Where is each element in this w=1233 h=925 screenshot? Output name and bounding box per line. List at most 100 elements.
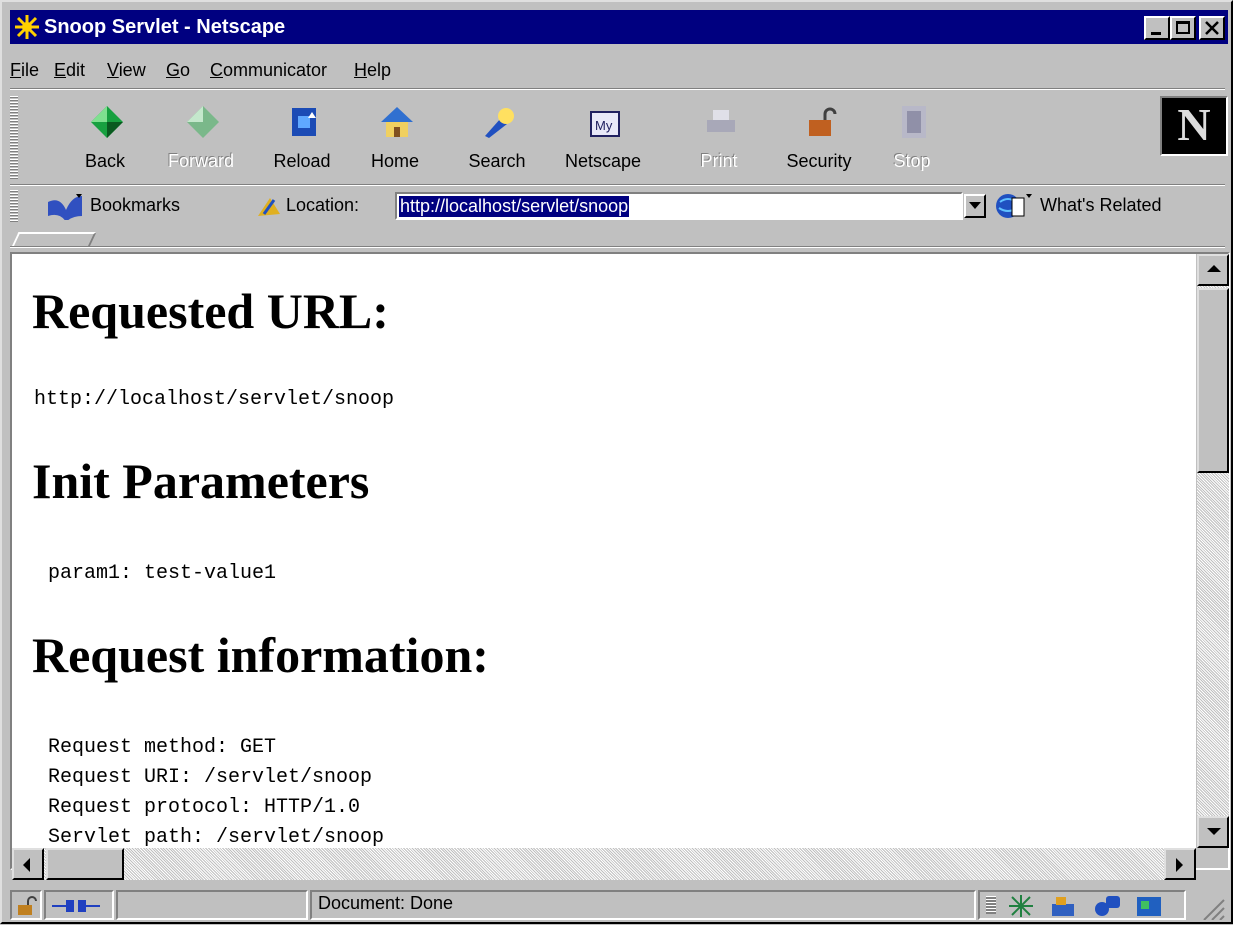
arrow-down-icon: [1207, 828, 1221, 835]
vertical-scroll-thumb[interactable]: [1197, 288, 1229, 473]
maximize-icon: [1176, 21, 1190, 34]
menu-go-accel: G: [166, 60, 181, 80]
plug-connection-icon: [52, 900, 100, 912]
maximize-button[interactable]: [1170, 16, 1196, 40]
minimize-icon: [1151, 32, 1161, 35]
menu-go[interactable]: Go: [166, 60, 190, 81]
minimize-button[interactable]: [1144, 16, 1170, 40]
bookmarks-button[interactable]: Bookmarks: [90, 195, 180, 216]
whats-related-icon: [996, 194, 1032, 218]
menu-file-label: ile: [21, 60, 40, 80]
toolbar-grip[interactable]: [10, 96, 18, 180]
menu-edit[interactable]: Edit: [54, 60, 85, 81]
whats-related-button[interactable]: What's Related: [1040, 195, 1162, 216]
page-content: Requested URL: http://localhost/servlet/…: [12, 254, 1196, 848]
svg-text:My: My: [595, 118, 613, 133]
status-text: Document: Done: [318, 893, 454, 913]
url-field[interactable]: http://localhost/servlet/snoop: [395, 192, 963, 220]
netscape-button[interactable]: My Netscape: [558, 100, 648, 184]
menu-communicator-accel: C: [210, 60, 223, 80]
scroll-down-button[interactable]: [1197, 816, 1229, 848]
toolbar-separator: [10, 184, 1225, 186]
security-status[interactable]: [10, 890, 42, 920]
menu-help-label: elp: [367, 60, 392, 80]
url-history-dropdown[interactable]: [964, 194, 986, 218]
security-button[interactable]: Security: [774, 100, 864, 184]
menu-edit-label: dit: [66, 60, 86, 80]
close-icon: [1205, 21, 1219, 35]
menu-go-label: o: [180, 60, 191, 80]
title-bar[interactable]: Snoop Servlet - Netscape: [10, 10, 1228, 44]
scroll-left-button[interactable]: [12, 848, 44, 880]
home-button[interactable]: Home: [350, 100, 440, 184]
stop-label: Stop: [893, 151, 931, 171]
scroll-up-button[interactable]: [1197, 254, 1229, 286]
menu-file[interactable]: File: [10, 60, 39, 81]
back-button[interactable]: Back: [60, 100, 150, 184]
print-button[interactable]: Print: [674, 100, 764, 184]
search-button[interactable]: Search: [452, 100, 542, 184]
resize-grip[interactable]: [1196, 896, 1226, 921]
request-info-line: Request protocol: HTTP/1.0: [48, 796, 361, 819]
resize-grip-icon: [1203, 899, 1225, 921]
search-label: Search: [468, 151, 526, 171]
security-lock-icon: [809, 107, 837, 136]
progress-bar: [116, 890, 308, 920]
netscape-app-icon: [15, 15, 39, 39]
scroll-right-button[interactable]: [1164, 848, 1196, 880]
url-text[interactable]: http://localhost/servlet/snoop: [399, 196, 630, 217]
request-info-line: Servlet path: /servlet/snoop: [48, 826, 385, 848]
printer-icon: [707, 110, 735, 132]
newsgroups-icon[interactable]: [1092, 894, 1122, 918]
back-arrow-icon: [91, 106, 123, 138]
request-info-line: Request method: GET: [48, 736, 277, 759]
heading-request-information: Request information:: [32, 627, 489, 683]
netscape-label: Netscape: [564, 151, 642, 171]
arrow-up-icon: [1207, 265, 1221, 272]
component-bar: [978, 890, 1186, 920]
home-label: Home: [370, 151, 419, 171]
horizontal-scroll-thumb[interactable]: [46, 848, 124, 880]
component-bar-grip[interactable]: [986, 896, 996, 914]
reload-label: Reload: [273, 151, 331, 171]
netscape-logo[interactable]: N: [1160, 96, 1228, 156]
menu-help[interactable]: Help: [354, 60, 391, 81]
collapsed-toolbar-tab[interactable]: [12, 232, 97, 246]
connection-status: [44, 890, 114, 920]
back-label: Back: [84, 151, 126, 171]
request-info-line: Request URI: /servlet/snoop: [48, 766, 373, 789]
home-icon: [381, 107, 413, 137]
close-button[interactable]: [1199, 16, 1225, 40]
print-label: Print: [700, 151, 738, 171]
navigator-icon[interactable]: [1006, 894, 1036, 918]
search-flashlight-icon: [485, 108, 514, 138]
reload-button[interactable]: Reload: [257, 100, 347, 184]
menu-view-accel: V: [107, 60, 119, 80]
requested-url-value: http://localhost/servlet/snoop: [34, 388, 395, 411]
stop-button[interactable]: Stop: [867, 100, 957, 184]
location-label: Location:: [286, 195, 360, 215]
horizontal-scrollbar[interactable]: [12, 848, 1196, 880]
bookmarks-icon: [48, 194, 82, 220]
menu-file-accel: F: [10, 60, 21, 80]
menu-communicator[interactable]: Communicator: [210, 60, 327, 81]
location-drag-icon[interactable]: [256, 194, 282, 218]
chevron-down-icon: [969, 202, 981, 209]
security-label: Security: [786, 151, 852, 171]
composer-icon[interactable]: [1134, 894, 1164, 918]
forward-label: Forward: [167, 151, 234, 171]
menu-edit-accel: E: [54, 60, 67, 80]
arrow-right-icon: [1176, 858, 1183, 872]
forward-button[interactable]: Forward: [156, 100, 246, 184]
my-netscape-icon: My: [590, 111, 620, 137]
padlock-open-icon: [18, 896, 37, 915]
menu-view[interactable]: View: [107, 60, 146, 81]
arrow-left-icon: [23, 858, 30, 872]
menu-help-accel: H: [354, 60, 367, 80]
heading-init-parameters: Init Parameters: [32, 453, 370, 509]
heading-requested-url: Requested URL:: [32, 283, 389, 339]
mail-icon[interactable]: [1048, 894, 1078, 918]
init-param-line: param1: test-value1: [48, 562, 277, 585]
content-separator: [10, 246, 1225, 248]
stop-icon: [902, 106, 926, 138]
